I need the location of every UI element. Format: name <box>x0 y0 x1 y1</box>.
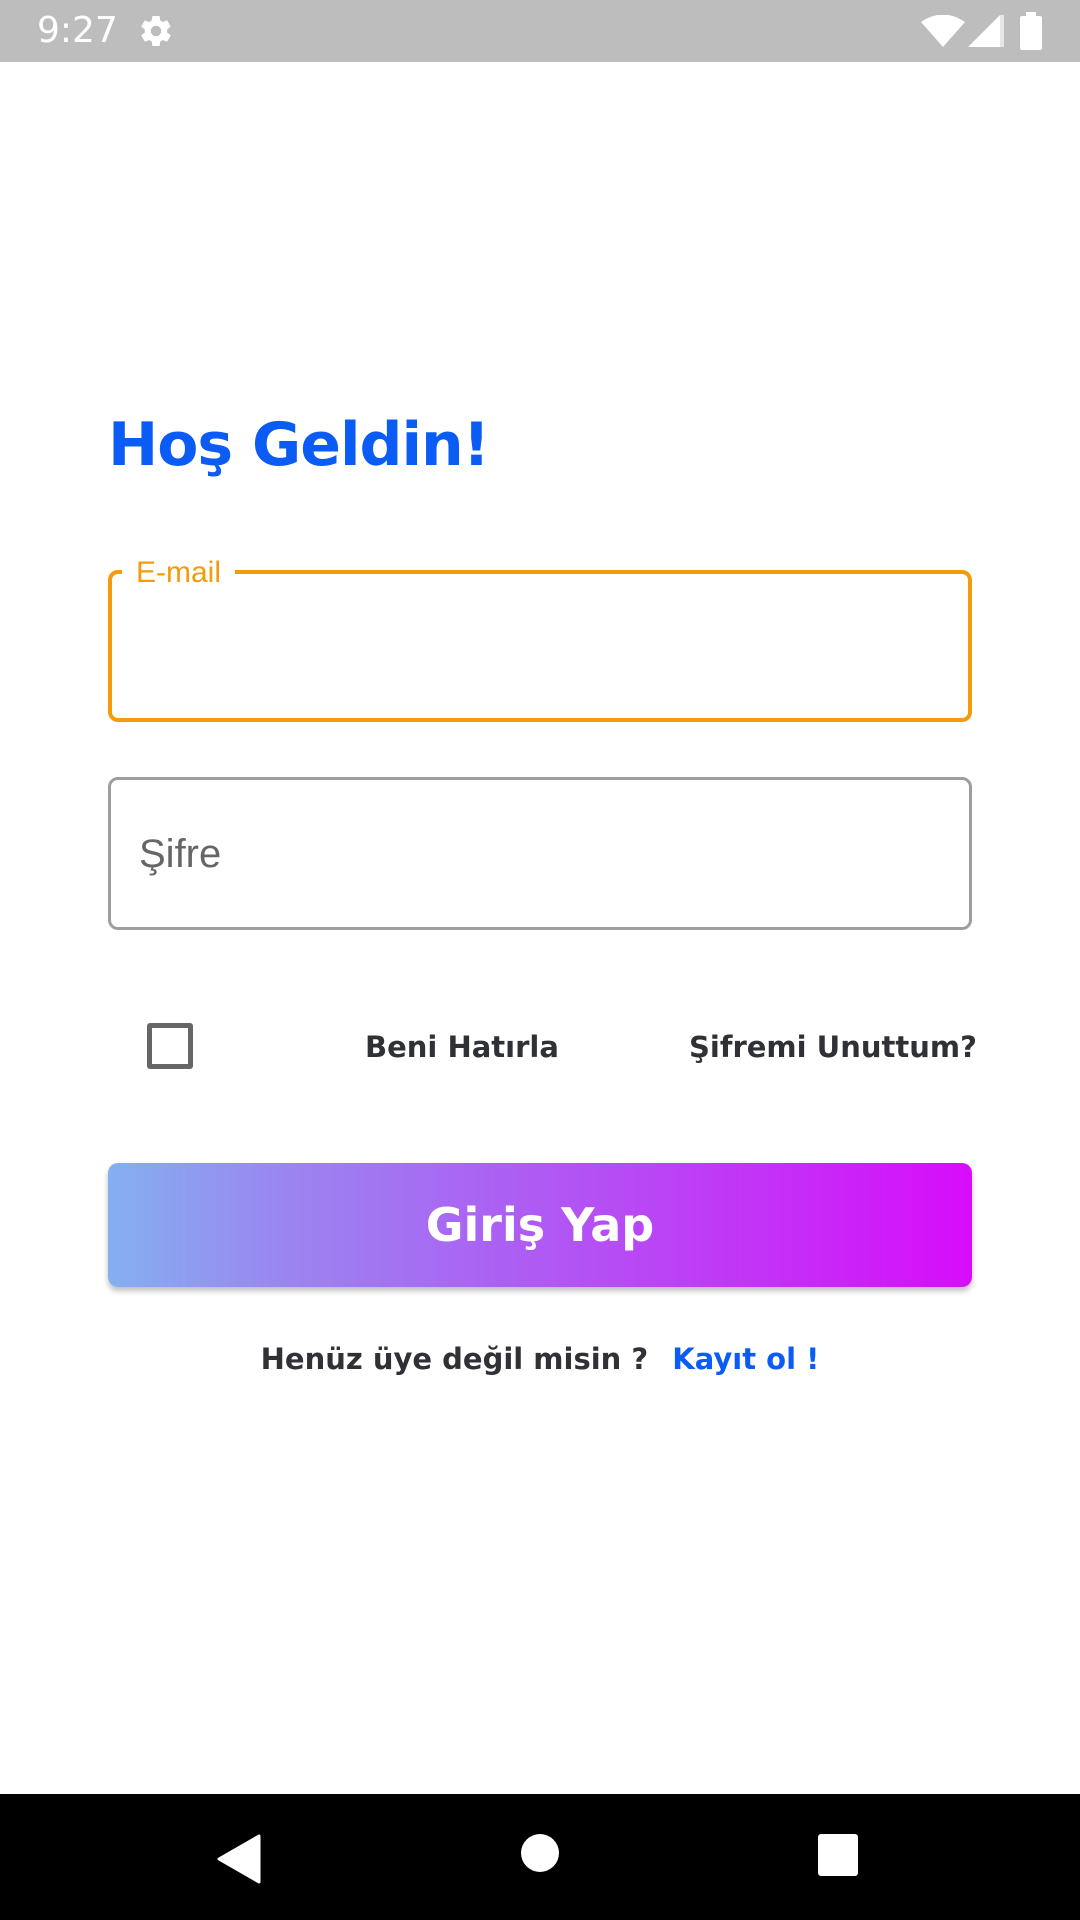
forgot-password-link[interactable]: Şifremi Unuttum? <box>689 1030 977 1064</box>
status-time: 9:27 <box>37 10 118 51</box>
status-bar: 9:27 <box>0 0 1080 62</box>
remember-me-checkbox[interactable] <box>147 1023 193 1069</box>
home-icon[interactable] <box>520 1833 560 1873</box>
password-field[interactable] <box>108 777 972 930</box>
wifi-icon <box>921 15 965 47</box>
email-input[interactable] <box>140 624 940 684</box>
navigation-bar <box>0 1794 1080 1920</box>
login-button-label: Giriş Yap <box>425 1198 655 1252</box>
signal-icon <box>968 15 1004 47</box>
email-field[interactable] <box>108 570 972 722</box>
email-label: E-mail <box>122 556 236 590</box>
gear-icon <box>141 16 171 47</box>
signup-prompt: Henüz üye değil misin ? <box>260 1342 649 1376</box>
signup-link[interactable]: Kayıt ol ! <box>672 1342 819 1376</box>
password-input[interactable] <box>139 820 939 888</box>
login-button[interactable]: Giriş Yap <box>108 1163 972 1287</box>
page-title: Hoş Geldin! <box>108 410 490 480</box>
back-icon[interactable] <box>215 1834 261 1884</box>
battery-icon <box>1020 12 1042 50</box>
remember-me-label[interactable]: Beni Hatırla <box>365 1030 559 1064</box>
signup-row: Henüz üye değil misin ? Kayıt ol ! <box>0 1342 1080 1376</box>
recents-icon[interactable] <box>818 1834 858 1876</box>
